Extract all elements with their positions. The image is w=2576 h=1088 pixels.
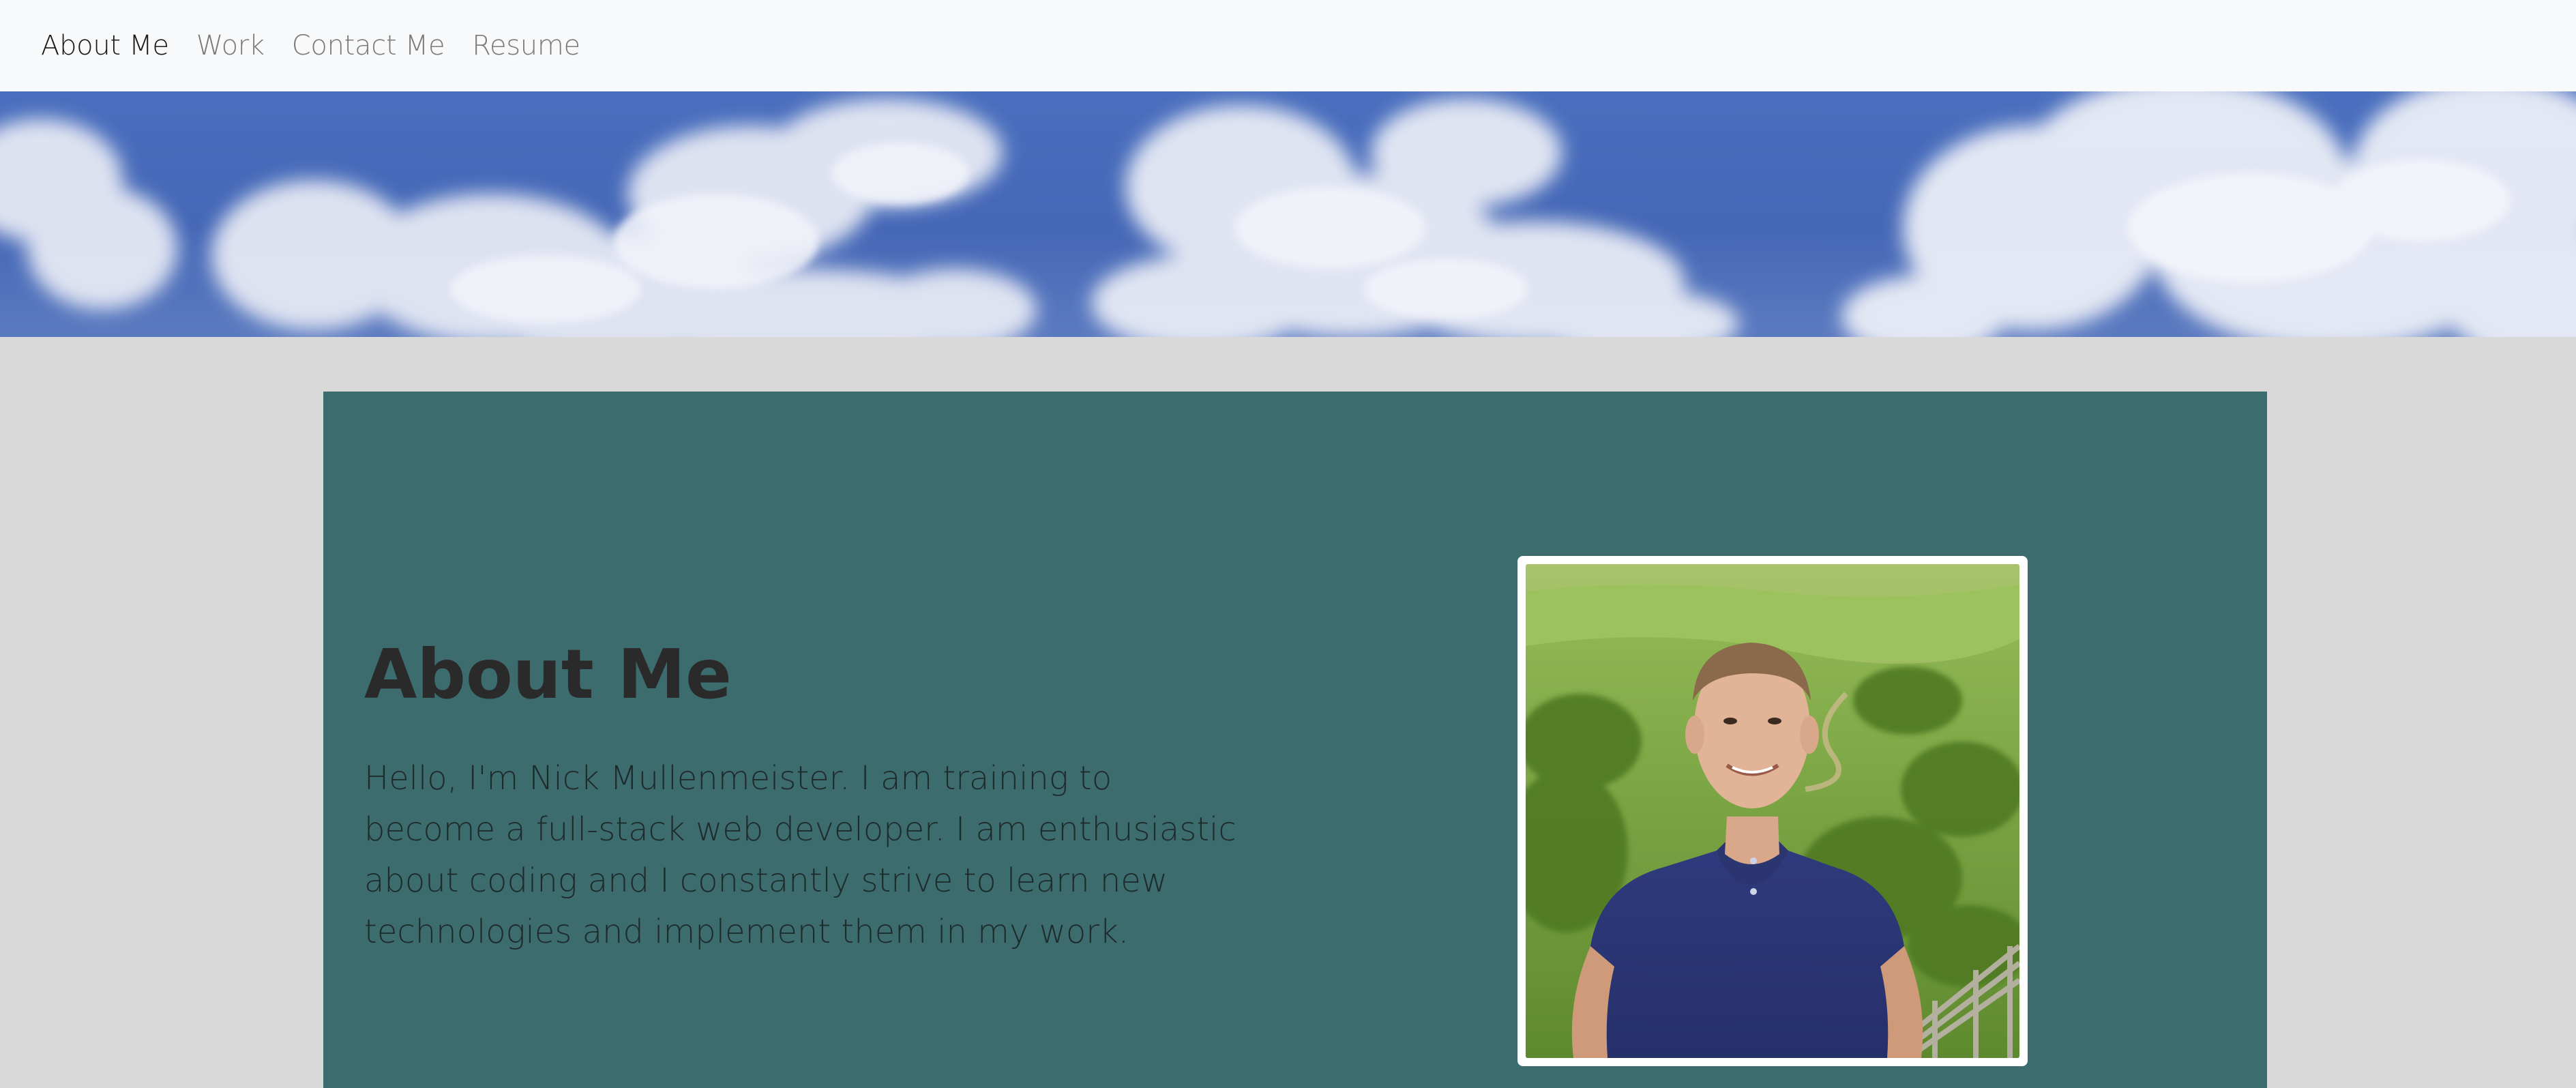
about-me-heading: About Me	[364, 634, 732, 714]
profile-photo-frame	[1518, 556, 2028, 1066]
nav-link-resume[interactable]: Resume	[472, 32, 580, 59]
top-navbar: About Me Work Contact Me Resume	[0, 0, 2576, 91]
nav-link-about-me[interactable]: About Me	[41, 32, 169, 59]
nav-link-work[interactable]: Work	[196, 32, 265, 59]
profile-photo	[1526, 564, 2019, 1058]
about-me-card: About Me Hello, I'm Nick Mullenmeister. …	[323, 392, 2267, 1088]
nav-link-contact-me[interactable]: Contact Me	[292, 32, 445, 59]
sky-hero-banner	[0, 91, 2576, 337]
about-me-paragraph: Hello, I'm Nick Mullenmeister. I am trai…	[364, 759, 1237, 951]
clouds-illustration	[0, 91, 2576, 337]
